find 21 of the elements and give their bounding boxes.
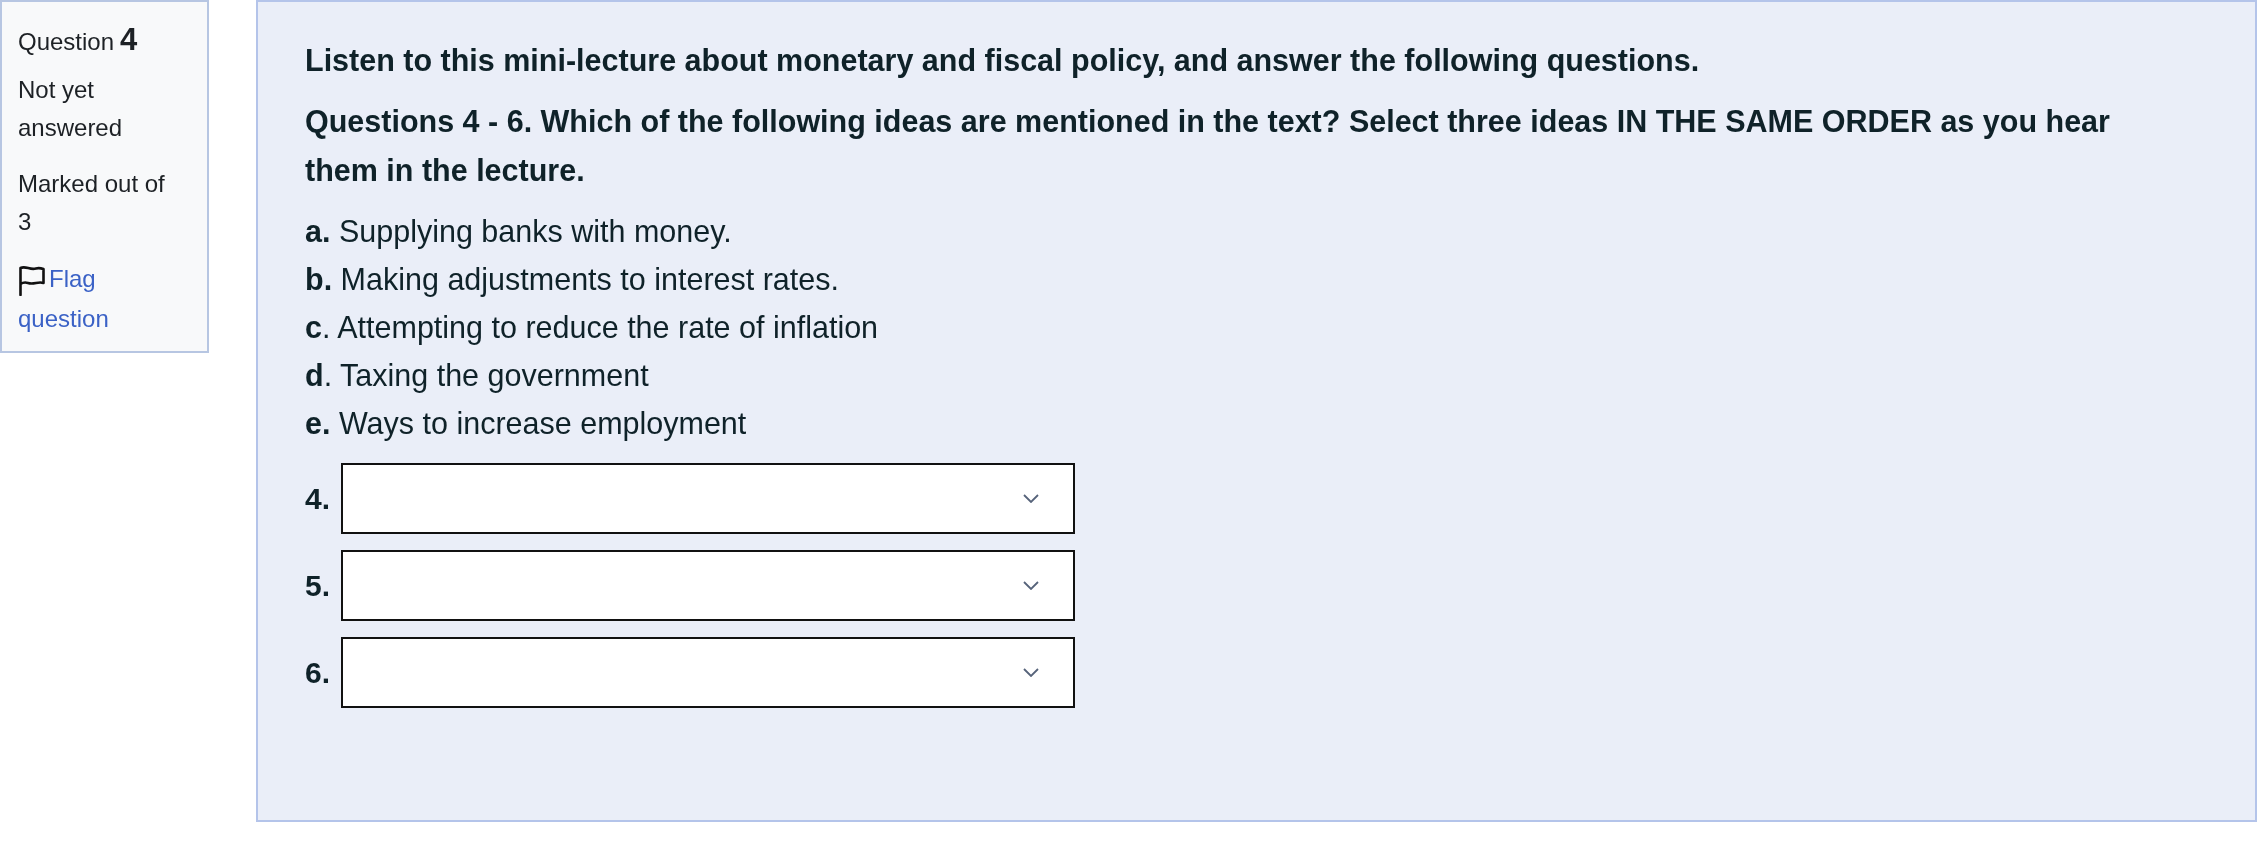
answer-number: 4. xyxy=(305,481,332,516)
question-number: 4 xyxy=(120,22,138,57)
answer-number: 6. xyxy=(305,655,332,690)
option-text: b. Making adjustments to interest rates. xyxy=(305,262,839,296)
chevron-down-icon xyxy=(1023,494,1039,503)
intro-text: Listen to this mini-lecture about monetary and fiscal policy, and answer the following questions. xyxy=(305,42,1701,80)
question-grade: Marked out of 3 xyxy=(18,169,166,237)
answer-select[interactable] xyxy=(341,637,1075,708)
option-text: c. Attempting to reduce the rate of inflation xyxy=(305,310,879,344)
answer-number: 5. xyxy=(305,568,332,603)
answer-select[interactable] xyxy=(341,463,1075,534)
chevron-down-icon xyxy=(1023,668,1039,677)
option-text: d. Taxing the government xyxy=(305,358,649,392)
instruction-text: Questions 4 - 6. Which of the following ideas are mentioned in the text? Select three ideas IN THE SAME ORDER as you hear them in the lecture. xyxy=(305,103,2111,189)
flag-question-link[interactable]: Flag question xyxy=(18,259,181,339)
answer-select[interactable] xyxy=(341,550,1075,621)
chevron-down-icon xyxy=(1023,581,1039,590)
option-text: e. Ways to increase employment xyxy=(305,406,747,440)
question-status: Not yet answered xyxy=(18,75,124,143)
option-text: a. Supplying banks with money. xyxy=(305,214,732,248)
question-label: Question xyxy=(18,28,115,55)
